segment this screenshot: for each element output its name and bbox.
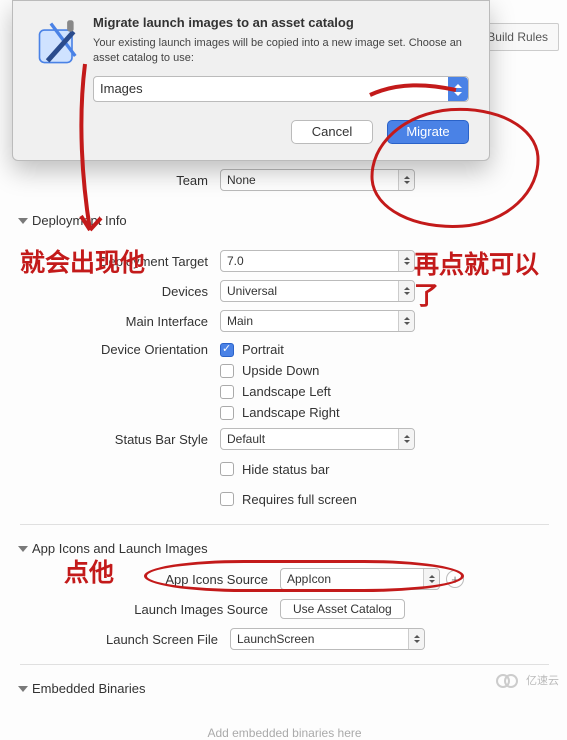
appicons-source-select[interactable]: AppIcon (280, 568, 440, 590)
cancel-button[interactable]: Cancel (291, 120, 373, 144)
add-appicon-button[interactable]: + (446, 570, 464, 588)
watermark-text: 亿速云 (526, 672, 559, 688)
orientation-portrait-label: Portrait (242, 342, 284, 357)
devices-label: Devices (20, 284, 220, 299)
devices-value: Universal (227, 284, 277, 298)
chevron-down-icon (408, 629, 424, 649)
chevron-updown-icon (398, 429, 414, 449)
disclosure-triangle-icon[interactable] (18, 546, 28, 552)
team-value: None (227, 173, 256, 187)
orientation-landscapeleft-label: Landscape Left (242, 384, 331, 399)
orientation-landscapeleft-checkbox[interactable] (220, 385, 234, 399)
main-interface-label: Main Interface (20, 314, 220, 329)
appicons-source-value: AppIcon (287, 572, 331, 586)
section-app-icons: App Icons and Launch Images (32, 541, 208, 556)
devices-select[interactable]: Universal (220, 280, 415, 302)
launchscreen-file-field[interactable]: LaunchScreen (230, 628, 425, 650)
chevron-updown-icon (398, 281, 414, 301)
orientation-landscaperight-label: Landscape Right (242, 405, 340, 420)
main-interface-field[interactable]: Main (220, 310, 415, 332)
watermark: 亿速云 (496, 672, 559, 688)
hide-statusbar-checkbox[interactable] (220, 462, 234, 476)
orientation-label: Device Orientation (20, 342, 220, 357)
embedded-binaries-hint: Add embedded binaries here (20, 726, 549, 740)
chevron-updown-icon (448, 77, 468, 101)
asset-catalog-select[interactable]: Images (93, 76, 469, 102)
orientation-upsidedown-label: Upside Down (242, 363, 319, 378)
chevron-updown-icon (398, 170, 414, 190)
chevron-updown-icon (423, 569, 439, 589)
chevron-down-icon (398, 251, 414, 271)
xcode-icon (33, 15, 93, 144)
main-interface-value: Main (227, 314, 253, 328)
orientation-landscaperight-checkbox[interactable] (220, 406, 234, 420)
statusbar-value: Default (227, 432, 265, 446)
launchscreen-file-label: Launch Screen File (20, 632, 230, 647)
launchscreen-file-value: LaunchScreen (237, 632, 314, 646)
deployment-target-value: 7.0 (227, 254, 244, 268)
team-label: Team (20, 173, 220, 188)
appicons-source-label: App Icons Source (20, 572, 280, 587)
dialog-title: Migrate launch images to an asset catalo… (93, 15, 469, 30)
disclosure-triangle-icon[interactable] (18, 686, 28, 692)
launchimages-source-label: Launch Images Source (20, 602, 280, 617)
requires-fullscreen-label: Requires full screen (242, 492, 357, 507)
migrate-dialog: Migrate launch images to an asset catalo… (12, 0, 490, 161)
migrate-button[interactable]: Migrate (387, 120, 469, 144)
cloud-icon (496, 672, 522, 688)
deployment-target-label: Deployment Target (20, 254, 220, 269)
asset-catalog-value: Images (100, 81, 143, 96)
section-deployment-info: Deployment Info (32, 213, 127, 228)
requires-fullscreen-checkbox[interactable] (220, 492, 234, 506)
use-asset-catalog-button[interactable]: Use Asset Catalog (280, 599, 405, 619)
orientation-portrait-checkbox[interactable] (220, 343, 234, 357)
chevron-down-icon (398, 311, 414, 331)
statusbar-label: Status Bar Style (20, 432, 220, 447)
section-embedded-binaries: Embedded Binaries (32, 681, 145, 696)
deployment-target-field[interactable]: 7.0 (220, 250, 415, 272)
hide-statusbar-label: Hide status bar (242, 462, 329, 477)
dialog-message: Your existing launch images will be copi… (93, 36, 469, 66)
orientation-upsidedown-checkbox[interactable] (220, 364, 234, 378)
team-select[interactable]: None (220, 169, 415, 191)
statusbar-select[interactable]: Default (220, 428, 415, 450)
disclosure-triangle-icon[interactable] (18, 218, 28, 224)
